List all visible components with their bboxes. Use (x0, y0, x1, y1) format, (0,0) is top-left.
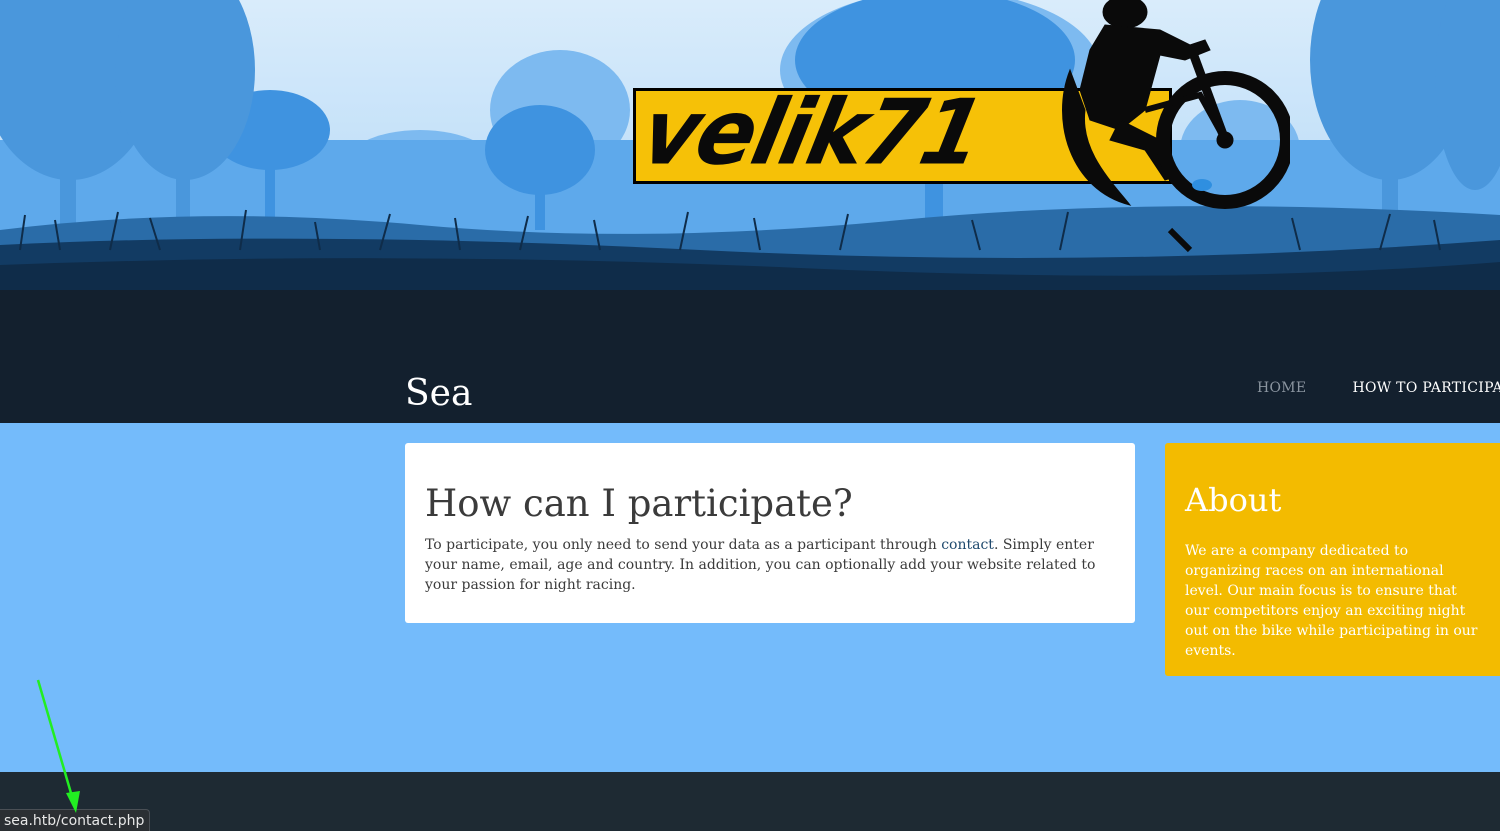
mountain-biker-icon (1062, 0, 1290, 253)
page-heading: How can I participate? (425, 482, 853, 525)
logo-text: velik71 (632, 80, 992, 186)
site-footer (0, 772, 1500, 831)
contact-link[interactable]: contact (941, 537, 994, 553)
participation-text: To participate, you only need to send yo… (425, 535, 1115, 595)
about-title: About (1185, 481, 1282, 519)
participation-card: How can I participate? To participate, y… (405, 443, 1135, 623)
about-panel: About We are a company dedicated to orga… (1165, 443, 1500, 676)
main-nav: HOME HOW TO PARTICIPATE (1257, 378, 1500, 398)
site-title[interactable]: Sea (405, 370, 472, 418)
participation-text-start: To participate, you only need to send yo… (425, 537, 942, 553)
nav-home-link[interactable]: HOME (1257, 378, 1306, 398)
nav-how-to-participate-link[interactable]: HOW TO PARTICIPATE (1352, 378, 1500, 398)
site-header: velik71 Sea HOME HOW TO PARTICIPATE (0, 0, 1500, 423)
status-bar-url: sea.htb/contact.php (0, 809, 151, 831)
about-text: We are a company dedicated to organizing… (1185, 543, 1478, 659)
